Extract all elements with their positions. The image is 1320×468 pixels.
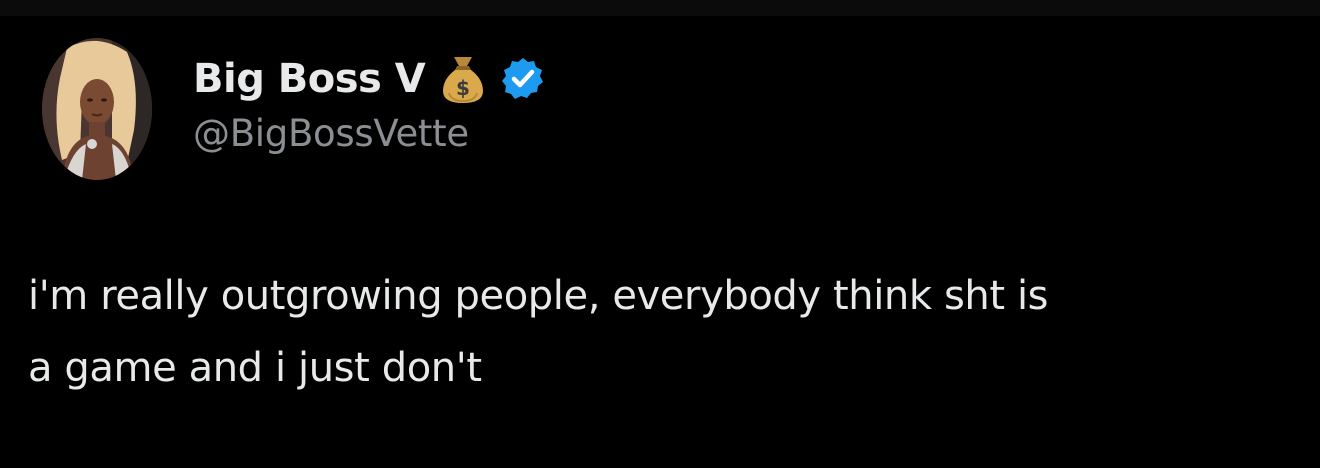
svg-text:$: $ <box>456 76 470 100</box>
tweet-text-line: a game and i just don't <box>28 345 482 391</box>
money-bag-icon: $ <box>439 53 487 105</box>
author-display-name[interactable]: Big Boss V <box>193 56 426 102</box>
author-handle[interactable]: @BigBossVette <box>193 112 547 155</box>
tweet-text: i'm really outgrowing people, everybody … <box>28 260 1298 404</box>
tweet-author: Big Boss V $ @BigBossVette <box>193 54 547 155</box>
avatar-photo <box>42 38 152 180</box>
tweet-card: Big Boss V $ @BigBossVette i'm really ou <box>0 16 1320 468</box>
verified-badge-icon[interactable] <box>499 55 547 103</box>
tweet-text-line: i'm really outgrowing people, everybody … <box>28 273 1049 319</box>
top-edge-strip <box>0 0 1320 16</box>
avatar[interactable] <box>42 38 152 180</box>
author-name-row: Big Boss V $ <box>193 54 547 104</box>
